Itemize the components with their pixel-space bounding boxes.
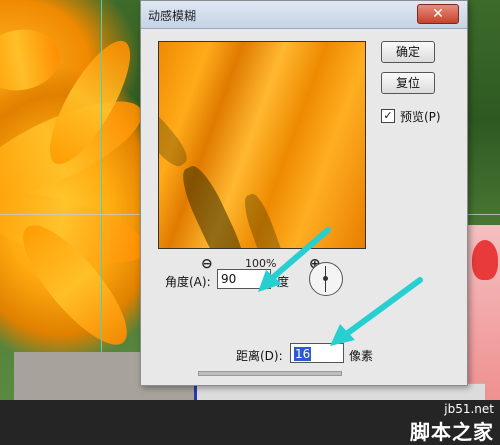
watermark-url: jb51.net (444, 402, 494, 416)
annotation-arrow (330, 277, 423, 346)
annotation-arrows (258, 227, 423, 346)
watermark: jb51.net 脚本之家 (410, 402, 494, 445)
watermark-name: 脚本之家 (410, 420, 494, 444)
annotation-arrow (258, 227, 331, 292)
